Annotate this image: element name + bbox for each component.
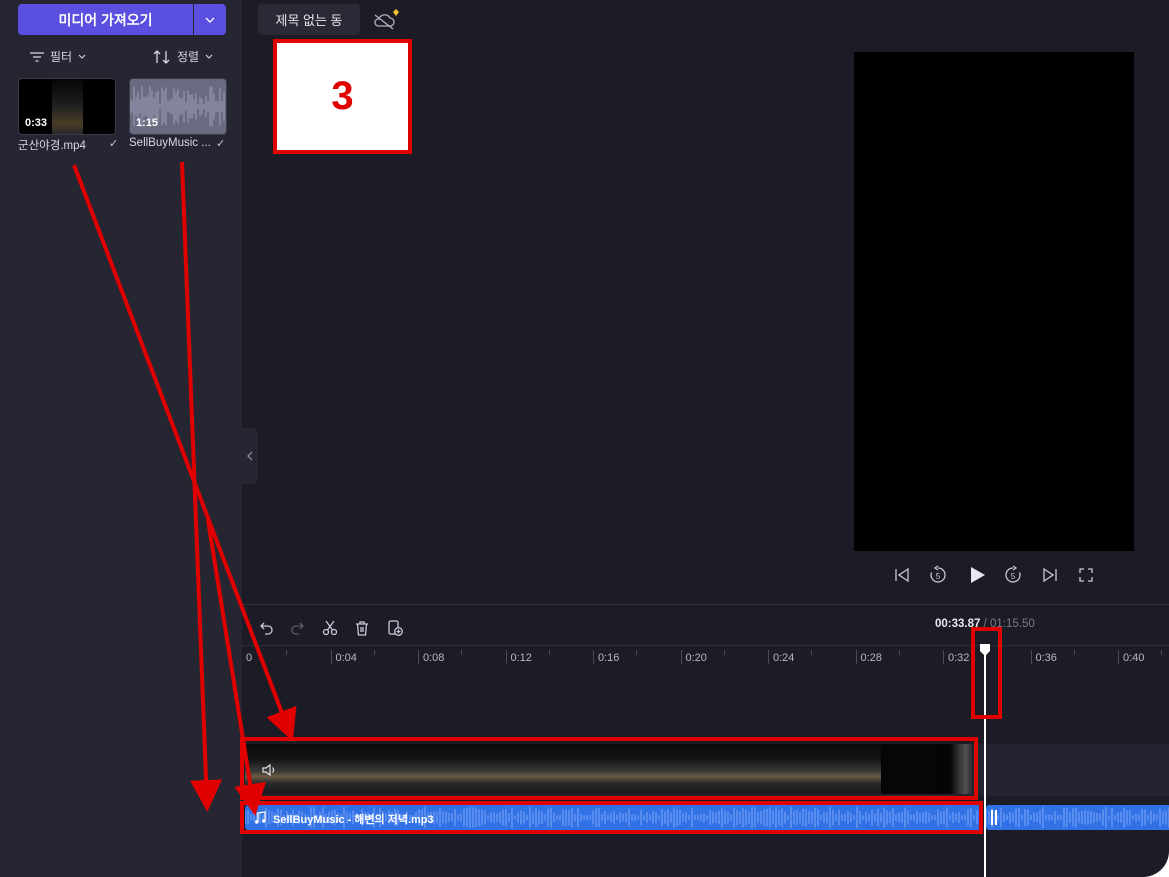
arrow-video-to-track [72,164,297,742]
arrow-audio-to-track [180,161,223,812]
app-window: 미디어 가져오기 필터 정렬 0:33 군산야경.mp4 ✓ 1:15 Sell… [0,0,1169,877]
arrow-audio-to-track-branch [206,519,267,816]
annotation-arrows [72,161,297,816]
clip-volume-icon[interactable] [262,763,278,777]
